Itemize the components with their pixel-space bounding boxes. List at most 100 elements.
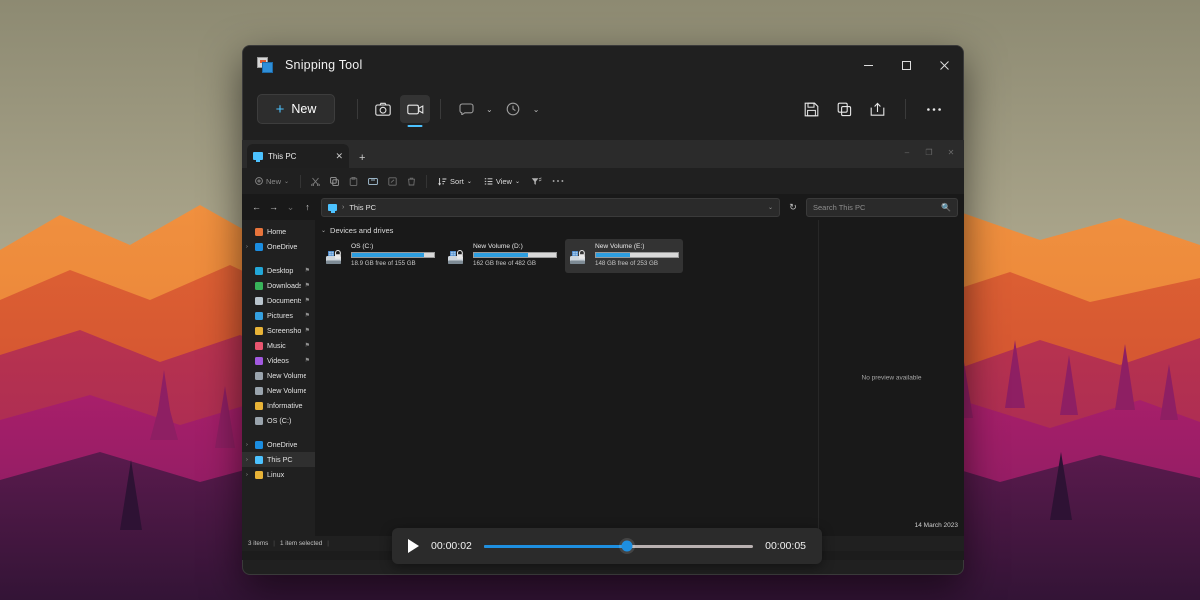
explorer-close-button[interactable]: ✕	[940, 142, 962, 162]
sidebar-item-desktop[interactable]: Desktop⚑	[242, 263, 315, 278]
screenshot-mode-button[interactable]	[368, 95, 398, 123]
explorer-restore-button[interactable]: ❐	[918, 142, 940, 162]
explorer-content-pane: ⌄ Devices and drives OS (C:)18.9 GB free…	[315, 220, 818, 536]
rename-icon	[368, 177, 378, 186]
search-input[interactable]: Search This PC 🔍	[806, 198, 958, 217]
forward-button[interactable]: →	[265, 199, 282, 216]
sidebar-item-videos[interactable]: Videos ⚑	[242, 353, 315, 368]
toolbar-divider-2	[440, 99, 441, 119]
chevron-right-icon[interactable]: ›	[246, 457, 248, 463]
status-divider-2: |	[327, 540, 329, 547]
sidebar-item-documents[interactable]: Documents⚑	[242, 293, 315, 308]
chevron-right-icon[interactable]: ›	[246, 244, 248, 250]
this-pc-icon	[253, 152, 263, 160]
sidebar-item-home[interactable]: Home	[242, 224, 315, 239]
sidebar-item-informative[interactable]: Informative	[242, 398, 315, 413]
drive-name: New Volume (D:)	[473, 243, 557, 250]
sidebar-item-label: Videos	[267, 356, 301, 365]
drive-icon	[569, 247, 591, 269]
drive-tile[interactable]: New Volume (E:)148 GB free of 253 GB	[565, 239, 683, 273]
copy-button[interactable]	[326, 172, 343, 190]
sidebar-item-new-volume-d[interactable]: New Volume (D:)	[242, 368, 315, 383]
copy-button[interactable]	[829, 95, 859, 123]
chevron-right-icon[interactable]: ›	[246, 442, 248, 448]
explorer-tab-strip: This PC ✕ + – ❐ ✕	[242, 140, 964, 168]
new-tab-button[interactable]: +	[359, 152, 365, 168]
rectangle-mode-button[interactable]	[451, 95, 481, 123]
pin-icon: ⚑	[305, 282, 310, 289]
recent-locations-button[interactable]: ⌄	[282, 199, 299, 216]
sidebar-item-downloads[interactable]: Downloads⚑	[242, 278, 315, 293]
close-button[interactable]	[925, 46, 963, 84]
refresh-button[interactable]: ↻	[785, 199, 801, 215]
chevron-down-icon[interactable]: ⌄	[284, 178, 289, 185]
pin-icon: ⚑	[305, 357, 310, 364]
sidebar-item-pictures[interactable]: Pictures⚑	[242, 308, 315, 323]
filter-button[interactable]	[527, 172, 546, 190]
view-button[interactable]: View ⌄	[479, 172, 525, 190]
sidebar-item-this-pc[interactable]: ›This PC	[242, 452, 315, 467]
sidebar-item-onedrive[interactable]: ›OneDrive	[242, 437, 315, 452]
explorer-command-bar: New ⌄ Sort ⌄ View ⌄	[242, 168, 964, 194]
folder-icon	[255, 372, 263, 380]
drive-usage-bar	[351, 252, 435, 258]
share-button[interactable]	[862, 95, 892, 123]
chevron-down-icon-sort[interactable]: ⌄	[467, 178, 472, 185]
sidebar-item-label: Informative	[267, 401, 306, 410]
sidebar-item-onedrive[interactable]: ›OneDrive	[242, 239, 315, 254]
pin-icon: ⚑	[305, 327, 310, 334]
group-header-label: Devices and drives	[330, 226, 393, 235]
chevron-down-icon[interactable]: ⌄	[481, 105, 498, 114]
maximize-button[interactable]	[887, 46, 925, 84]
share-button[interactable]	[384, 172, 401, 190]
folder-icon	[255, 471, 263, 479]
paste-button[interactable]	[345, 172, 362, 190]
sidebar-item-os-c[interactable]: OS (C:)	[242, 413, 315, 428]
sidebar-item-screenshots[interactable]: Screenshots⚑	[242, 323, 315, 338]
seek-slider[interactable]	[484, 545, 753, 548]
breadcrumb[interactable]: › This PC ⌄	[321, 198, 780, 217]
minimize-button[interactable]	[849, 46, 887, 84]
chevron-right-icon[interactable]: ›	[246, 472, 248, 478]
shape-dropdown[interactable]: ⌄	[451, 95, 498, 123]
sidebar-item-new-volume-e[interactable]: New Volume (E:)	[242, 383, 315, 398]
up-button[interactable]: ↑	[299, 199, 316, 216]
close-icon[interactable]: ✕	[335, 151, 343, 162]
drive-tile[interactable]: OS (C:)18.9 GB free of 155 GB	[321, 239, 439, 273]
breadcrumb-path: This PC	[349, 203, 763, 212]
slider-thumb[interactable]	[621, 541, 632, 552]
chevron-down-icon-view[interactable]: ⌄	[515, 178, 520, 185]
explorer-minimize-button[interactable]: –	[896, 142, 918, 162]
sidebar-item-music[interactable]: Music⚑	[242, 338, 315, 353]
drive-tile[interactable]: New Volume (D:)162 GB free of 482 GB	[443, 239, 561, 273]
play-icon[interactable]	[408, 539, 419, 553]
drive-free-space: 18.9 GB free of 155 GB	[351, 260, 435, 267]
rectangle-icon	[459, 103, 474, 115]
explorer-tab-this-pc[interactable]: This PC ✕	[247, 144, 349, 168]
delay-dropdown[interactable]: ⌄	[498, 95, 545, 123]
new-button[interactable]: + New	[257, 94, 335, 124]
sidebar-item-linux[interactable]: ›Linux	[242, 467, 315, 482]
current-time: 00:00:02	[431, 540, 472, 552]
delay-button[interactable]	[498, 95, 528, 123]
drive-usage-bar	[595, 252, 679, 258]
video-mode-button[interactable]	[400, 95, 430, 123]
sidebar-item-label: Home	[267, 227, 306, 236]
delete-button[interactable]	[403, 172, 420, 190]
back-button[interactable]: ←	[248, 199, 265, 216]
plus-circle-icon	[255, 177, 263, 185]
chevron-down-icon-2[interactable]: ⌄	[528, 105, 545, 114]
new-item-label: New	[266, 177, 281, 186]
sort-button[interactable]: Sort ⌄	[433, 172, 477, 190]
drive-usage-fill	[474, 253, 528, 257]
new-item-button[interactable]: New ⌄	[250, 172, 294, 190]
more-options-button[interactable]	[919, 95, 949, 123]
rename-button[interactable]	[364, 172, 382, 190]
chevron-down-icon-path[interactable]: ⌄	[768, 204, 773, 211]
save-icon	[804, 102, 819, 117]
save-button[interactable]	[796, 95, 826, 123]
see-more-button[interactable]	[548, 172, 568, 190]
cut-button[interactable]	[307, 172, 324, 190]
devices-and-drives-header[interactable]: ⌄ Devices and drives	[321, 226, 818, 235]
capture-mode-group	[368, 95, 430, 123]
